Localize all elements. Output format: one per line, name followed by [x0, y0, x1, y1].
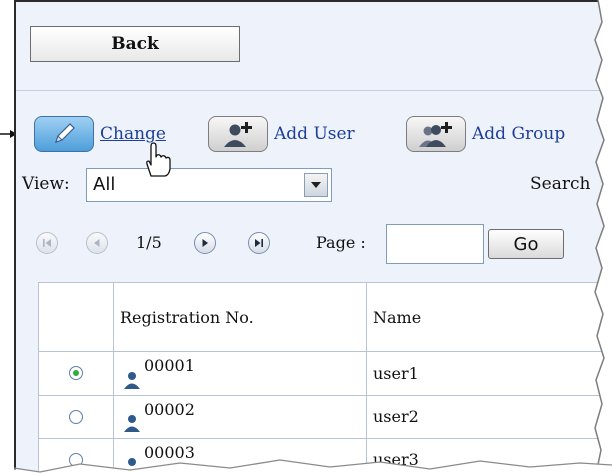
change-link[interactable]: Change	[100, 124, 166, 144]
table-row[interactable]: 00002 user2	[38, 394, 612, 439]
select-column-header	[38, 281, 114, 353]
reg-no: 00002	[144, 399, 195, 419]
row-select-cell[interactable]	[38, 394, 114, 439]
row-radio-selected[interactable]	[69, 366, 83, 381]
name-cell: user2	[366, 394, 612, 439]
user-icon	[124, 371, 140, 389]
torn-edge	[594, 0, 612, 474]
name-header-label: Name	[373, 307, 422, 327]
view-label: View:	[22, 174, 70, 194]
user-icon	[124, 414, 140, 432]
row-radio[interactable]	[69, 409, 83, 424]
name-cell: user1	[366, 351, 612, 396]
add-user-tool[interactable]: Add User	[208, 114, 355, 154]
pencil-icon[interactable]	[34, 116, 94, 152]
add-group-label[interactable]: Add Group	[472, 124, 565, 144]
view-select[interactable]: All	[86, 168, 332, 202]
registration-column-header[interactable]: Registration No.	[113, 281, 367, 353]
reg-no: 00001	[144, 356, 195, 376]
add-group-tool[interactable]: Add Group	[406, 114, 565, 154]
hand-cursor-icon	[146, 142, 171, 177]
reg-cell: 00001	[113, 351, 367, 396]
page-number-input[interactable]	[386, 224, 484, 264]
first-page-button[interactable]	[36, 232, 58, 254]
next-page-icon	[202, 239, 208, 247]
next-page-button[interactable]	[194, 232, 216, 254]
go-button[interactable]: Go	[488, 229, 564, 259]
separator	[16, 90, 612, 91]
back-button[interactable]: Back	[30, 26, 240, 62]
registration-header-label: Registration No.	[120, 307, 254, 327]
reg-cell: 00002	[113, 394, 367, 439]
page-count: 1/5	[136, 233, 162, 252]
name-column-header[interactable]: Name	[366, 281, 612, 353]
chevron-down-icon[interactable]	[304, 173, 328, 197]
table-row[interactable]: 00001 user1	[38, 351, 612, 396]
prev-page-button[interactable]	[86, 232, 108, 254]
add-group-icon[interactable]	[406, 116, 466, 152]
add-user-icon[interactable]	[208, 116, 268, 152]
prev-page-icon	[94, 239, 100, 247]
first-page-icon	[43, 239, 51, 247]
torn-edge-bottom	[0, 459, 612, 474]
page-label: Page :	[316, 233, 366, 252]
view-select-value: All	[93, 174, 116, 195]
last-page-icon	[255, 239, 263, 247]
add-user-label[interactable]: Add User	[274, 124, 355, 144]
user-management-panel: Back Change Add User Add Group View: All…	[14, 0, 612, 474]
table-header-row: Registration No. Name	[38, 281, 612, 353]
radio-dot	[73, 370, 79, 377]
row-select-cell[interactable]	[38, 351, 114, 396]
user-table: Registration No. Name 00001 user1 00002 …	[38, 281, 612, 474]
last-page-button[interactable]	[248, 232, 270, 254]
